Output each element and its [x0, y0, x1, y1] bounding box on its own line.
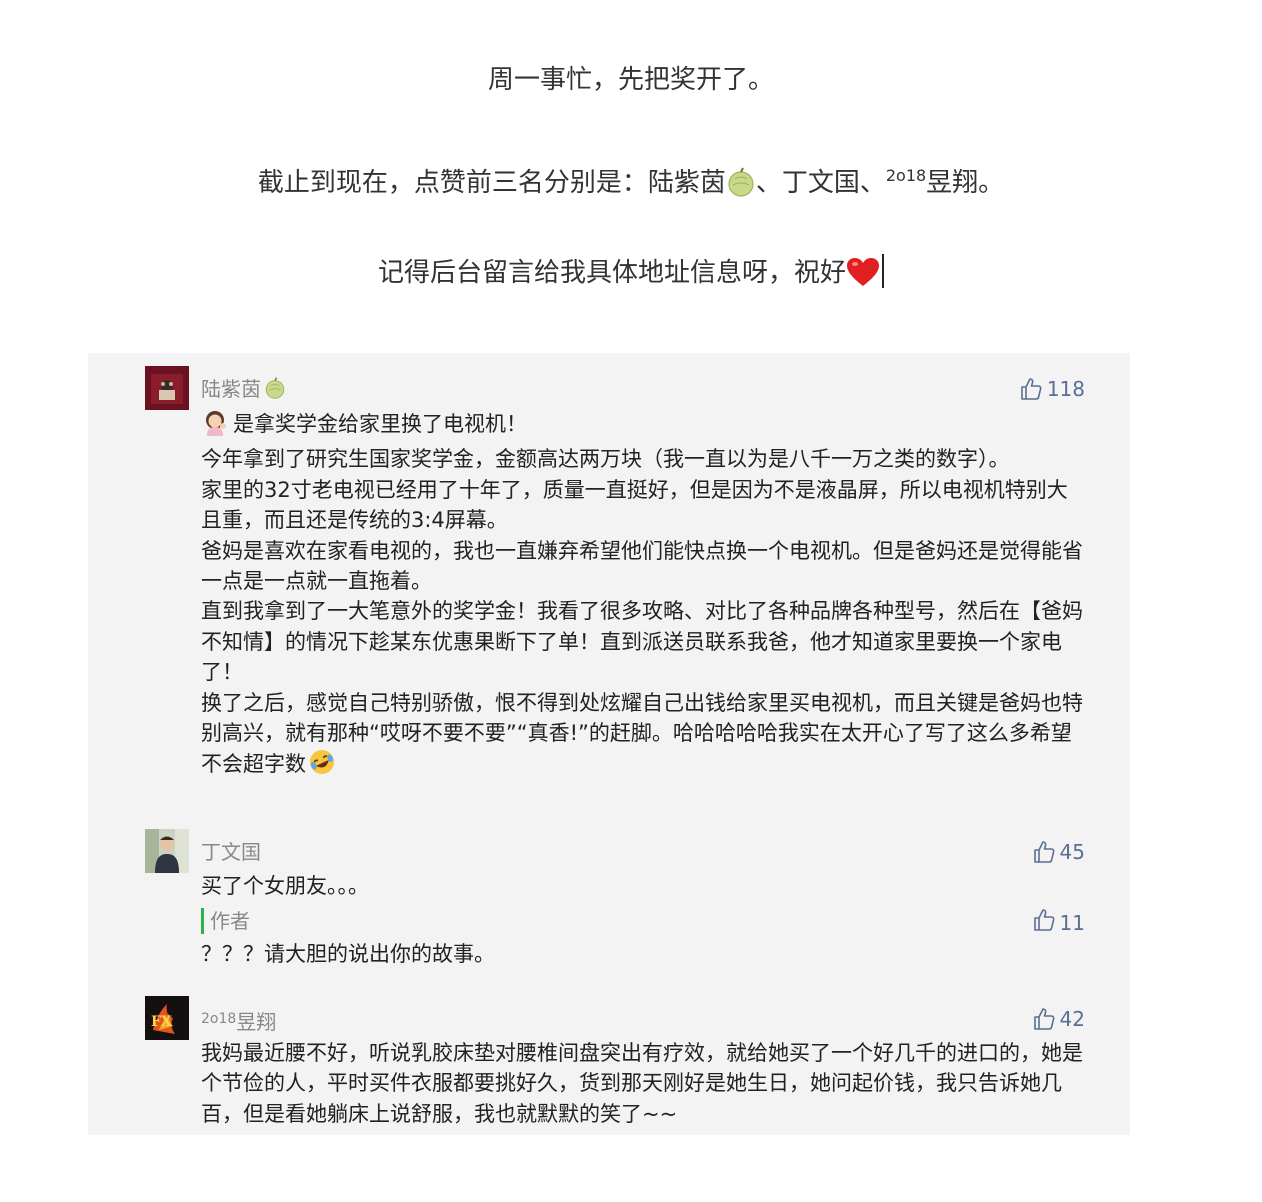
- intro-line-2-prefix: 截止到现在，点赞前三名分别是：陆紫茵: [257, 168, 726, 198]
- avatar[interactable]: FX: [145, 996, 189, 1040]
- comment-author[interactable]: 丁文国: [201, 839, 261, 865]
- avatar[interactable]: [145, 366, 189, 410]
- intro-line-2-sup: 2o18: [885, 166, 927, 185]
- comment-body: 是拿奖学金给家里换了电视机！ 今年拿到了研究生国家奖学金，金额高达两万块（我一直…: [201, 408, 1085, 785]
- comment-line: 是拿奖学金给家里换了电视机！: [233, 412, 527, 436]
- author-reply-body: ？？？请大胆的说出你的故事。: [201, 942, 495, 966]
- laughing-crying-emoji-icon: [308, 748, 336, 784]
- comment-body: 我妈最近腰不好，听说乳胶床垫对腰椎间盘突出有疗效，就给她买了一个好几千的进口的，…: [201, 1038, 1085, 1129]
- melon-emoji-icon: [726, 167, 756, 207]
- like-count: 42: [1059, 1007, 1085, 1031]
- comment-paragraph: 今年拿到了研究生国家奖学金，金额高达两万块（我一直以为是八千一万之类的数字）。: [201, 447, 1010, 472]
- comment-author[interactable]: 2o18昱翔: [201, 1006, 276, 1035]
- comment-item: 陆紫茵 118 是拿奖学金给家里换了电视机！ 今年拿到了研究生国家奖学金，金额高…: [145, 366, 1085, 796]
- svg-text:FX: FX: [151, 1014, 172, 1030]
- comment-panel: 陆紫茵 118 是拿奖学金给家里换了电视机！ 今年拿到了研究生国家奖学金，金额高…: [88, 353, 1130, 1135]
- like-thumb-icon: [1032, 1007, 1056, 1031]
- intro-line-3: 记得后台留言给我具体地址信息呀，祝好: [0, 254, 1262, 297]
- comment-body: 买了个女朋友。。。: [201, 871, 1085, 901]
- comment-paragraph: 直到我拿到了一大笔意外的奖学金！我看了很多攻略、对比了各种品牌各种型号，然后在【…: [201, 599, 1083, 685]
- comment-item: 丁文国 45 买了个女朋友。。。 作者 11 ？？？请大胆的说出你的故事。: [145, 829, 1085, 966]
- like-count: 45: [1059, 840, 1085, 864]
- comment-paragraph: 我妈最近腰不好，听说乳胶床垫对腰椎间盘突出有疗效，就给她买了一个好几千的进口的，…: [201, 1041, 1083, 1126]
- comment-paragraph: 买了个女朋友。。。: [201, 874, 369, 898]
- comment-paragraph: 家里的32寸老电视已经用了十年了，质量一直挺好，但是因为不是液晶屏，所以电视机特…: [201, 477, 1068, 533]
- like-button[interactable]: 118: [1019, 376, 1085, 402]
- intro-line-2: 截止到现在，点赞前三名分别是：陆紫茵 、丁文国、2o18昱翔。: [0, 158, 1262, 207]
- text-cursor: [882, 254, 884, 288]
- intro-line-3-text: 记得后台留言给我具体地址信息呀，祝好: [377, 258, 846, 288]
- comment-paragraph: 是拿奖学金给家里换了电视机！: [201, 408, 1085, 444]
- like-thumb-icon: [1032, 840, 1056, 864]
- author-reply-label: 作者: [201, 908, 250, 934]
- reply-like-button[interactable]: 11: [1032, 908, 1085, 938]
- like-thumb-icon: [1032, 908, 1056, 938]
- intro-line-2-suffix: 昱翔。: [926, 168, 1005, 198]
- like-thumb-icon: [1019, 377, 1043, 401]
- like-button[interactable]: 42: [1032, 1006, 1085, 1032]
- comment-paragraph: 爸妈是喜欢在家看电视的，我也一直嫌弃希望他们能快点换一个电视机。但是爸妈还是觉得…: [201, 538, 1083, 594]
- intro-line-2-mid: 、丁文国、: [755, 168, 886, 198]
- comment-author[interactable]: 陆紫茵: [201, 376, 286, 405]
- reply-like-count: 11: [1059, 911, 1085, 935]
- avatar[interactable]: [145, 829, 189, 873]
- author-name: 陆紫茵: [201, 377, 261, 401]
- author-name: 昱翔: [236, 1010, 277, 1034]
- red-heart-emoji-icon: [846, 257, 880, 297]
- comment-paragraph: 换了之后，感觉自己特别骄傲，恨不得到处炫耀自己出钱给家里买电视机，而且关键是爸妈…: [201, 688, 1085, 785]
- like-count: 118: [1046, 377, 1085, 401]
- woman-tipping-hand-emoji-icon: [201, 408, 229, 444]
- author-name-sup: 2o18: [201, 1011, 237, 1027]
- comment-item: FX 2o18昱翔 42 我妈最近腰不好，听说乳胶床垫对腰椎间盘突出有疗效，就给…: [145, 996, 1085, 1126]
- intro-line-1: 周一事忙，先把奖开了。: [487, 65, 774, 95]
- like-button[interactable]: 45: [1032, 839, 1085, 865]
- melon-emoji-icon: [264, 377, 286, 405]
